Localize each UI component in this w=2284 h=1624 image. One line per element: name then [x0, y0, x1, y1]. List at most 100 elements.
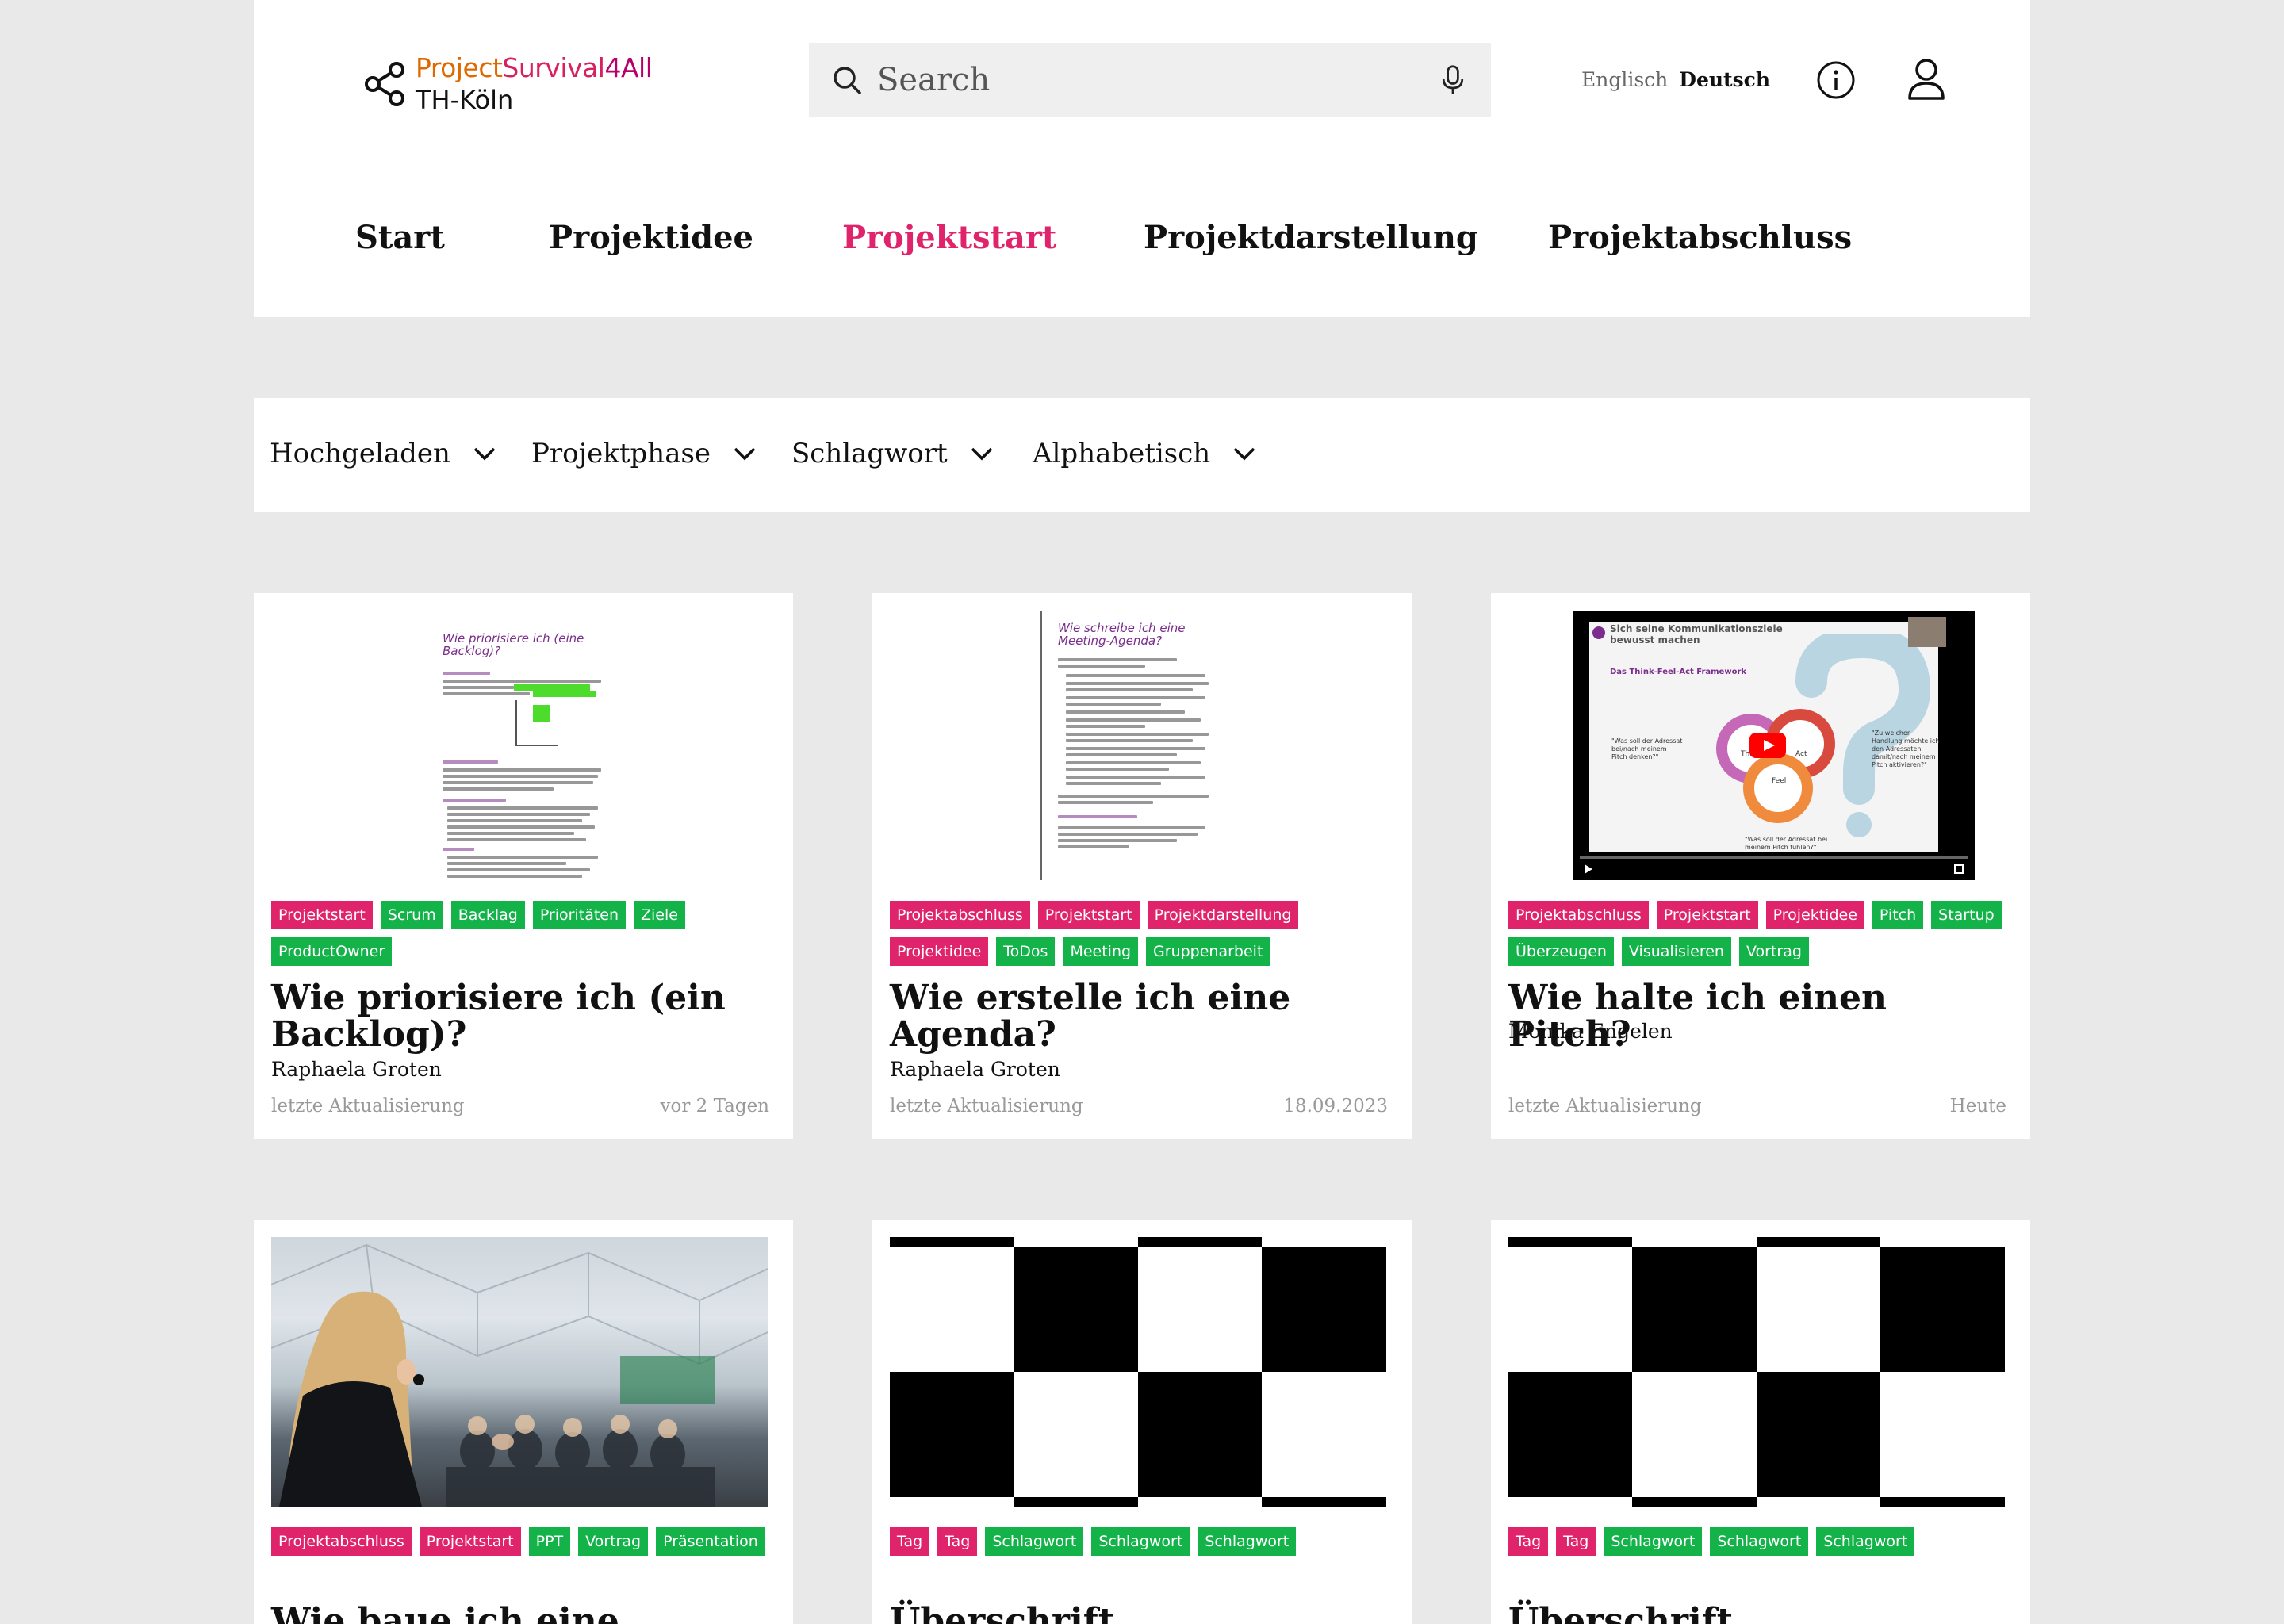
tag[interactable]: Projektidee — [890, 937, 989, 966]
tag[interactable]: Projektabschluss — [890, 901, 1030, 929]
tag[interactable]: Projektstart — [1656, 901, 1758, 929]
filter-projektphase[interactable]: Projektphase — [531, 438, 757, 469]
search-bar — [809, 43, 1491, 117]
card-title[interactable]: Überschrift — [890, 1603, 1389, 1624]
last-update-label: letzte Aktualisierung — [1508, 1096, 1702, 1116]
tag[interactable]: Startup — [1931, 901, 2002, 929]
search-icon — [834, 67, 861, 94]
tag[interactable]: Gruppenarbeit — [1146, 937, 1270, 966]
tag[interactable]: Schlagwort — [1816, 1527, 1915, 1556]
article-card[interactable]: Wie priorisiere ich (eine Backlog)? Proj… — [254, 593, 793, 1139]
tag[interactable]: ToDos — [996, 937, 1056, 966]
tag[interactable]: Tag — [1508, 1527, 1549, 1556]
article-card[interactable]: Tag Tag Schlagwort Schlagwort Schlagwort… — [1491, 1220, 2030, 1624]
chevron-down-icon — [1233, 447, 1255, 461]
nav-projektabschluss[interactable]: Projektabschluss — [1548, 219, 1852, 256]
tag[interactable]: Prioritäten — [532, 901, 627, 929]
tag[interactable]: Präsentation — [656, 1527, 765, 1556]
tag[interactable]: PPT — [528, 1527, 571, 1556]
document-thumbnail-title: Wie schreibe ich eine Meeting-Agenda? — [1058, 621, 1186, 648]
last-update-label: letzte Aktualisierung — [271, 1096, 465, 1116]
tag-list: Projektstart Scrum Backlag Prioritäten Z… — [271, 901, 779, 966]
tag[interactable]: Projektstart — [419, 1527, 521, 1556]
tag[interactable]: Vortrag — [1738, 937, 1809, 966]
tag[interactable]: Schlagwort — [1091, 1527, 1190, 1556]
nav-projektidee[interactable]: Projektidee — [549, 219, 753, 256]
tag[interactable]: Scrum — [380, 901, 443, 929]
video-progress-bar[interactable] — [1580, 856, 1968, 859]
tag[interactable]: Pitch — [1872, 901, 1924, 929]
tag-list: Projektabschluss Projektstart PPT Vortra… — [271, 1527, 779, 1556]
tag[interactable]: Tag — [890, 1527, 930, 1556]
youtube-play-icon[interactable] — [1749, 733, 1786, 758]
tag[interactable]: Schlagwort — [1604, 1527, 1703, 1556]
chevron-down-icon — [971, 447, 992, 461]
slide-act-text: "Zu welcher Handlung möchte ich den Adre… — [1872, 730, 1940, 768]
webcam-overlay — [1908, 617, 1946, 647]
last-update-value: 18.09.2023 — [1283, 1096, 1388, 1116]
tag[interactable]: Projektdarstellung — [1147, 901, 1299, 929]
card-meta: letzte Aktualisierung Heute — [1508, 1096, 2006, 1116]
logo-title: ProjectSurvival4All — [416, 52, 653, 83]
lang-german[interactable]: Deutsch — [1679, 68, 1770, 91]
card-title[interactable]: Überschrift — [1508, 1603, 2008, 1624]
tag[interactable]: Projektstart — [1037, 901, 1140, 929]
tag[interactable]: ProductOwner — [271, 937, 393, 966]
tag[interactable]: Projektidee — [1765, 901, 1864, 929]
main-navigation: Start Projektidee Projektstart Projektda… — [254, 219, 2030, 263]
tag[interactable]: Ziele — [634, 901, 685, 929]
nav-projektstart[interactable]: Projektstart — [842, 219, 1056, 256]
slide-feel-text: "Was soll der Adressat bei meinem Pitch … — [1745, 836, 1828, 851]
tag[interactable]: Backlag — [450, 901, 525, 929]
tag[interactable]: Projektabschluss — [271, 1527, 412, 1556]
placeholder-image — [1508, 1237, 2005, 1507]
info-icon[interactable] — [1816, 60, 1856, 100]
tag-list: Tag Tag Schlagwort Schlagwort Schlagwort — [890, 1527, 1397, 1556]
microphone-icon[interactable] — [1437, 64, 1469, 96]
last-update-value: Heute — [1949, 1096, 2006, 1116]
card-meta: letzte Aktualisierung 18.09.2023 — [890, 1096, 1388, 1116]
filter-alphabetisch[interactable]: Alphabetisch — [1033, 438, 1256, 469]
article-card[interactable]: Tag Tag Schlagwort Schlagwort Schlagwort… — [872, 1220, 1412, 1624]
nav-projektdarstellung[interactable]: Projektdarstellung — [1144, 219, 1478, 256]
card-author: Raphaela Groten — [271, 1058, 442, 1081]
slide-think-text: "Was soll der Adressat bei/nach meinem P… — [1611, 737, 1683, 760]
tag[interactable]: Schlagwort — [1710, 1527, 1809, 1556]
site-logo[interactable]: ProjectSurvival4All TH-Köln — [363, 52, 653, 116]
fullscreen-icon[interactable] — [1954, 864, 1964, 874]
play-icon[interactable] — [1585, 864, 1592, 874]
tag[interactable]: Meeting — [1063, 937, 1139, 966]
tag[interactable]: Projektabschluss — [1508, 901, 1649, 929]
card-meta: letzte Aktualisierung vor 2 Tagen — [271, 1096, 769, 1116]
article-card[interactable]: Wie schreibe ich eine Meeting-Agenda? Pr… — [872, 593, 1412, 1139]
search-input[interactable] — [877, 62, 1437, 98]
tag[interactable]: Überzeugen — [1508, 937, 1614, 966]
card-title[interactable]: Wie erstelle ich eine Agenda? — [890, 980, 1389, 1053]
lang-english[interactable]: Englisch — [1581, 68, 1668, 91]
site-header: ProjectSurvival4All TH-Köln Englisch Deu… — [254, 0, 2030, 317]
filter-schlagwort[interactable]: Schlagwort — [791, 438, 994, 469]
tag[interactable]: Tag — [1556, 1527, 1596, 1556]
tag[interactable]: Vortrag — [578, 1527, 649, 1556]
article-card[interactable]: Sich seine Kommunikationsziele bewusst m… — [1491, 593, 2030, 1139]
filter-bar: Hochgeladen Projektphase Schlagwort Alph… — [254, 398, 2030, 512]
video-controls — [1581, 863, 1967, 875]
tag[interactable]: Schlagwort — [1198, 1527, 1297, 1556]
last-update-label: letzte Aktualisierung — [890, 1096, 1083, 1116]
tag[interactable]: Schlagwort — [985, 1527, 1084, 1556]
tag[interactable]: Tag — [937, 1527, 978, 1556]
last-update-value: vor 2 Tagen — [660, 1096, 769, 1116]
slide-subheading: Das Think-Feel-Act Framework — [1610, 668, 1747, 676]
card-title[interactable]: Wie baue ich eine — [271, 1603, 771, 1624]
filter-hochgeladen[interactable]: Hochgeladen — [270, 438, 496, 469]
video-thumbnail[interactable]: Sich seine Kommunikationsziele bewusst m… — [1508, 611, 2005, 880]
nav-start[interactable]: Start — [355, 219, 445, 256]
article-card[interactable]: Projektabschluss Projektstart PPT Vortra… — [254, 1220, 793, 1624]
tag-list: Projektabschluss Projektstart Projektdar… — [890, 901, 1397, 966]
user-account-icon[interactable] — [1907, 57, 1946, 102]
tag[interactable]: Visualisieren — [1621, 937, 1731, 966]
document-thumbnail-title: Wie priorisiere ich (eine Backlog)? — [443, 631, 584, 658]
card-title[interactable]: Wie priorisiere ich (ein Backlog)? — [271, 980, 771, 1053]
tag[interactable]: Projektstart — [271, 901, 373, 929]
share-icon — [365, 62, 404, 106]
